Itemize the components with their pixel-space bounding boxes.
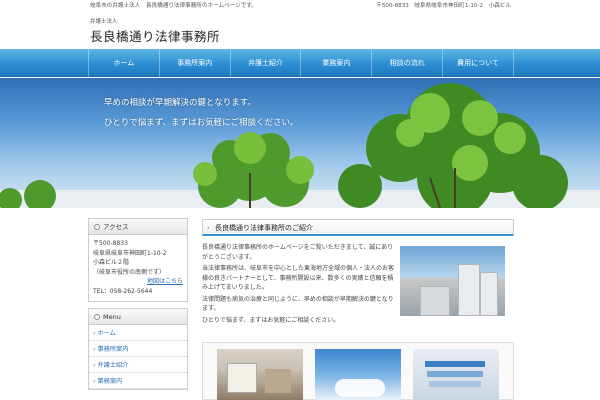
- access-box: アクセス 〒500-8833 岐阜県岐阜市神田町1-10-2 小森ビル２階 （岐…: [88, 218, 188, 302]
- hero-trees-image: [0, 83, 600, 208]
- menu-item-office[interactable]: › 事務所案内: [89, 341, 187, 357]
- nav-item-services[interactable]: 業務案内: [300, 49, 371, 77]
- thumbnail-strip: [202, 342, 514, 400]
- hero-headline-1: 早めの相談が早期解決の鍵となります。: [104, 98, 256, 108]
- site-tagline: 岐阜市の弁護士法人 長良橋通り法律事務所のホームページです。: [90, 3, 257, 9]
- access-address-1: 岐阜県岐阜市神田町1-10-2: [93, 249, 167, 257]
- arrow-icon: ›: [93, 378, 96, 385]
- section-heading-label: 長良橋通り法律事務所のご紹介: [215, 224, 313, 232]
- hero-headline-2: ひとりで悩まず、まずはお気軽にご相談ください。: [104, 118, 299, 128]
- menu-heading: Menu: [89, 309, 187, 325]
- nav-item-office[interactable]: 事務所案内: [158, 49, 230, 77]
- global-nav: ホーム 事務所案内 弁護士紹介 業務案内 相談の流れ 費用について: [0, 49, 600, 77]
- intro-section: 長良橋通り法律事務所のホームページをご覧いただきまして、誠にありがとうございます…: [202, 243, 514, 325]
- chevron-right-icon: ›: [207, 224, 210, 232]
- building-photo: [400, 246, 505, 316]
- office-interior-thumbnail[interactable]: [217, 349, 303, 400]
- access-tel: TEL：058-262-5644: [93, 287, 153, 295]
- sky-thumbnail[interactable]: [315, 349, 401, 400]
- intro-paragraph-4: ひとりで悩まず、まずはお気軽にご相談ください。: [202, 316, 340, 324]
- access-heading-label: アクセス: [103, 223, 129, 231]
- hero-backdrop: 早めの相談が早期解決の鍵となります。 ひとりで悩まず、まずはお気軽にご相談くださ…: [0, 78, 600, 208]
- menu-item-label: ホーム: [97, 330, 116, 337]
- access-postal: 〒500-8833: [93, 240, 128, 247]
- menu-item-label: 業務案内: [97, 378, 123, 385]
- menu-item-services[interactable]: › 業務案内: [89, 373, 187, 389]
- map-link[interactable]: 地図はこちら: [93, 277, 183, 287]
- arrow-icon: ›: [93, 330, 96, 337]
- sidebar: アクセス 〒500-8833 岐阜県岐阜市神田町1-10-2 小森ビル２階 （岐…: [88, 218, 188, 396]
- arrow-icon: ›: [93, 346, 96, 353]
- header-address: 〒500-8833 岐阜県岐阜市神田町1-10-2 小森ビル: [376, 3, 511, 9]
- menu-item-label: 事務所案内: [97, 346, 129, 353]
- bullet-icon: [94, 314, 100, 320]
- brand-title: 長良橋通り法律事務所: [90, 29, 221, 44]
- nav-item-lawyers[interactable]: 弁護士紹介: [229, 49, 301, 77]
- site-logo[interactable]: 弁護士法人 長良橋通り法律事務所: [90, 17, 220, 45]
- top-bar: 岐阜市の弁護士法人 長良橋通り法律事務所のホームページです。 〒500-8833…: [0, 0, 600, 11]
- intro-paragraph-3: 法律問題も病気の治療と同じように、早めの相談が早期解決の鍵となります。: [202, 295, 394, 313]
- bullet-icon: [94, 224, 100, 230]
- documents-thumbnail[interactable]: [413, 349, 499, 400]
- section-heading: › 長良橋通り法律事務所のご紹介: [202, 219, 514, 236]
- building-shape: [458, 264, 480, 316]
- building-shape: [420, 286, 450, 316]
- access-heading: アクセス: [89, 219, 187, 235]
- access-note: （岐阜市役所の南側です）: [93, 268, 166, 276]
- nav-item-fees[interactable]: 費用について: [442, 49, 514, 77]
- main-content: › 長良橋通り法律事務所のご紹介 長良橋通り法律事務所のホームページをご覧いただ…: [202, 219, 514, 327]
- intro-paragraph-1: 長良橋通り法律事務所のホームページをご覧いただきまして、誠にありがとうございます…: [202, 244, 394, 261]
- brand-subtitle: 弁護士法人: [90, 19, 118, 25]
- nav-item-flow[interactable]: 相談の流れ: [371, 49, 442, 77]
- menu-item-lawyers[interactable]: › 弁護士紹介: [89, 357, 187, 373]
- menu-heading-label: Menu: [103, 313, 121, 321]
- menu-box: Menu › ホーム › 事務所案内 › 弁護士紹介 › 業務案内: [88, 308, 188, 390]
- menu-item-label: 弁護士紹介: [97, 362, 129, 369]
- building-shape: [480, 272, 498, 316]
- intro-paragraph-2: 当法律事務所は、岐阜市を中心とした東海地方全域の個人・法人のお客様の良きパートナ…: [202, 265, 395, 291]
- access-address-2: 小森ビル２階: [93, 259, 130, 266]
- menu-item-home[interactable]: › ホーム: [89, 325, 187, 341]
- arrow-icon: ›: [93, 362, 96, 369]
- nav-item-home[interactable]: ホーム: [88, 49, 159, 77]
